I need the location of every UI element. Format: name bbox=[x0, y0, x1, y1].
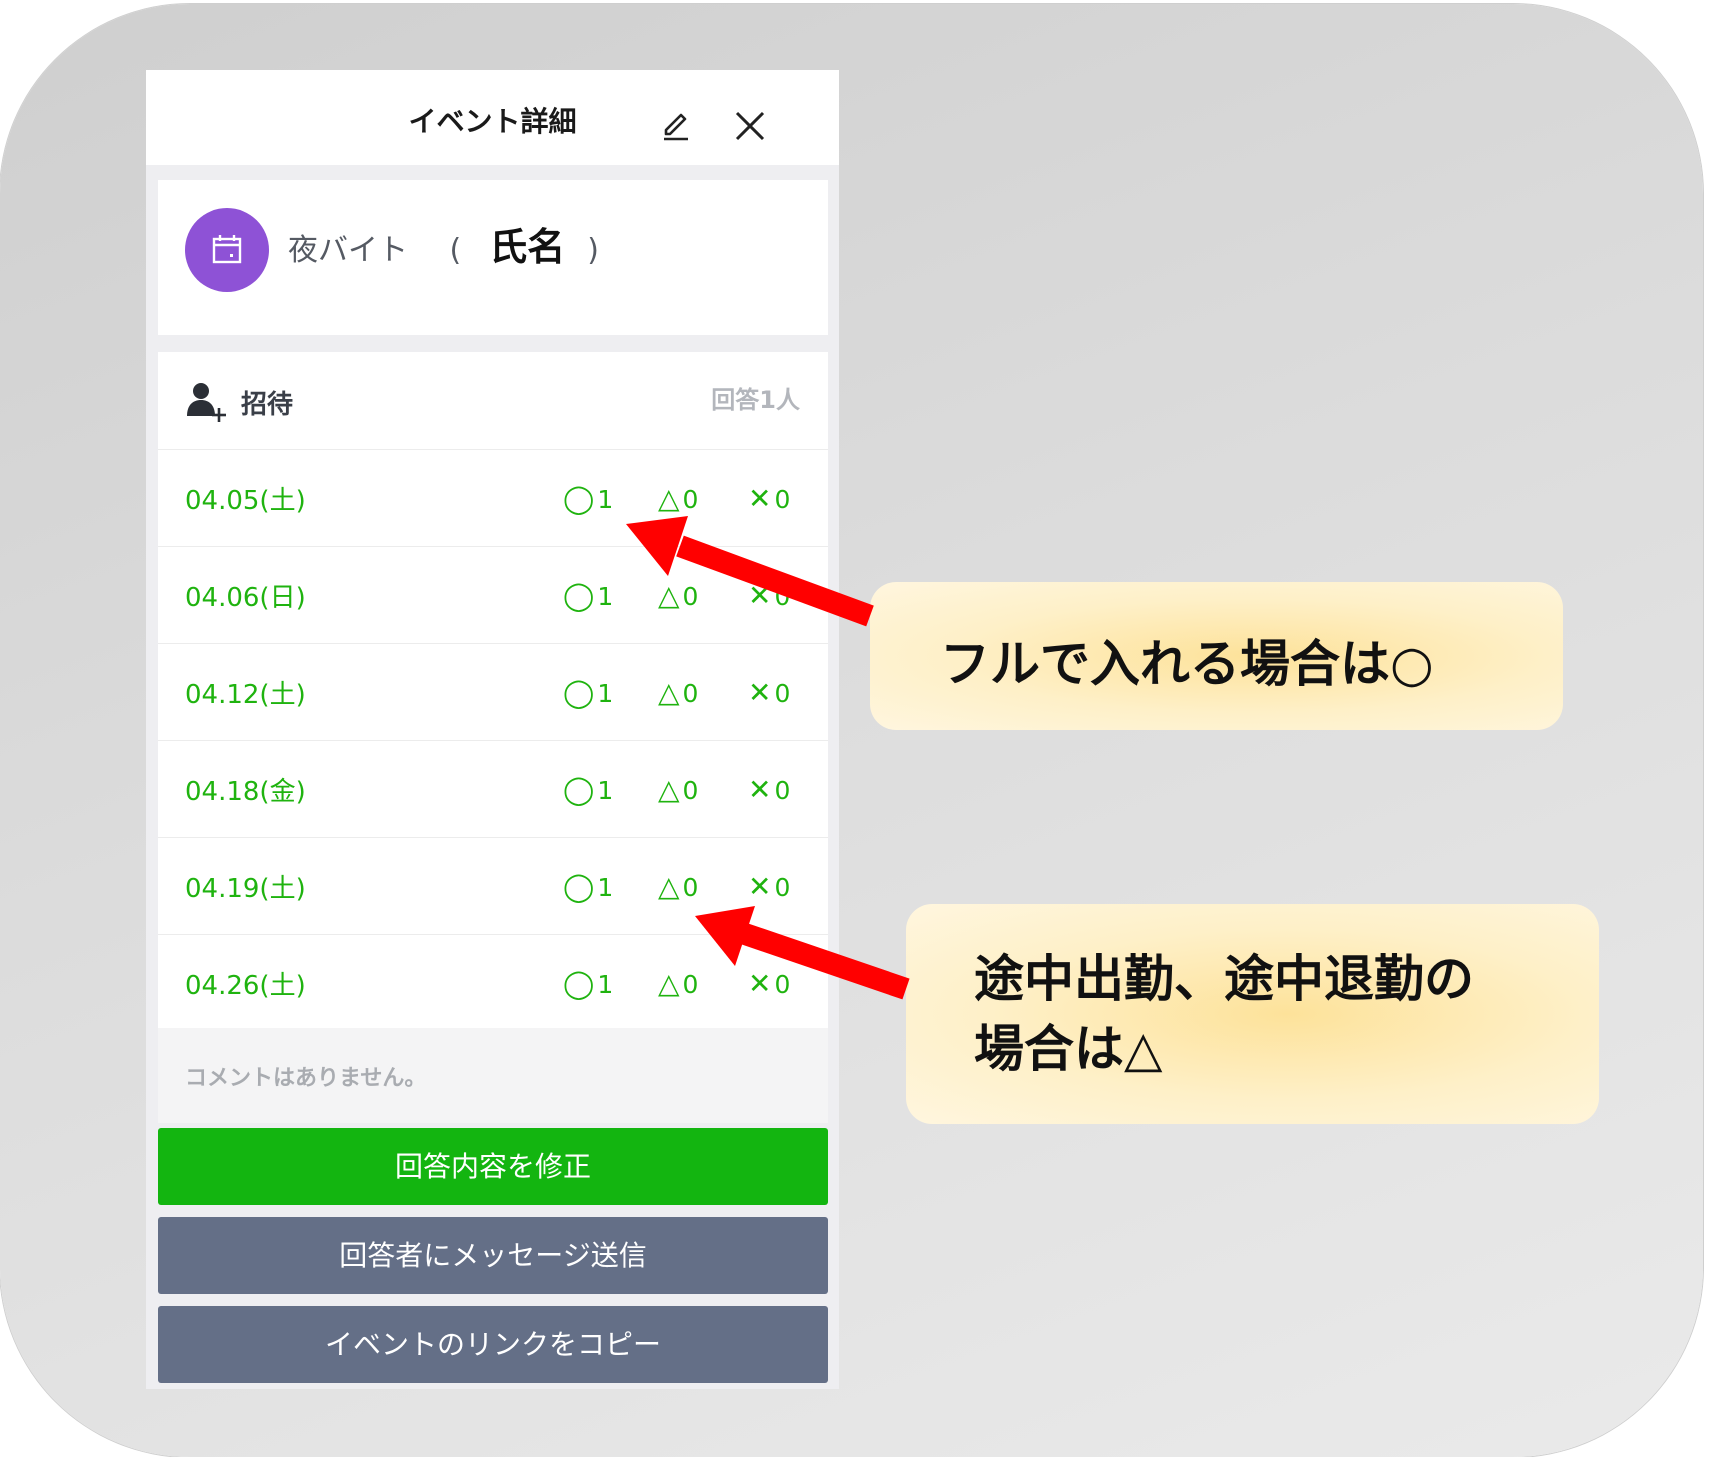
callout-partial-line-1: 途中出勤、途中退勤の bbox=[974, 950, 1474, 1008]
date-label: 04.26(土) bbox=[185, 971, 306, 1001]
date-row[interactable]: 04.06(日) ◯ 1 △ 0 ✕ 0 bbox=[158, 547, 828, 644]
screenshot-frame: イベント詳細 夜バイト (氏名) 招待 回答1人 04.05(土) ◯ 1 … bbox=[0, 4, 1703, 1457]
partial-count: △ 0 bbox=[658, 676, 699, 709]
date-row[interactable]: 04.05(土) ◯ 1 △ 0 ✕ 0 bbox=[158, 450, 828, 547]
close-paren: ) bbox=[587, 233, 599, 268]
reply-count: 回答1人 bbox=[711, 386, 800, 414]
partial-count: △ 0 bbox=[658, 773, 699, 806]
edit-answer-button[interactable]: 回答内容を修正 bbox=[158, 1128, 828, 1205]
message-responders-button[interactable]: 回答者にメッセージ送信 bbox=[158, 1217, 828, 1294]
event-detail-screen: イベント詳細 夜バイト (氏名) 招待 回答1人 04.05(土) ◯ 1 … bbox=[146, 70, 839, 1389]
callout-full-text: フルで入れる場合は○ bbox=[940, 635, 1434, 693]
date-row[interactable]: 04.18(金) ◯ 1 △ 0 ✕ 0 bbox=[158, 741, 828, 838]
header-bar: イベント詳細 bbox=[146, 70, 839, 165]
pencil-icon[interactable] bbox=[658, 108, 694, 144]
date-label: 04.12(土) bbox=[185, 680, 306, 710]
date-list: 04.05(土) ◯ 1 △ 0 ✕ 0 04.06(日) ◯ 1 △ 0 ✕ 0 04.1… bbox=[158, 450, 828, 1031]
available-count: ◯ 1 bbox=[563, 676, 614, 709]
date-label: 04.06(日) bbox=[185, 583, 306, 613]
unavailable-count: ✕ 0 bbox=[748, 676, 791, 709]
callout-partial-text: 途中出勤、途中退勤の 場合は△ bbox=[974, 944, 1574, 1084]
available-count: ◯ 1 bbox=[563, 773, 614, 806]
close-icon[interactable] bbox=[732, 108, 768, 144]
copy-link-button[interactable]: イベントのリンクをコピー bbox=[158, 1306, 828, 1383]
unavailable-count: ✕ 0 bbox=[748, 773, 791, 806]
invite-label: 招待 bbox=[241, 390, 294, 420]
add-person-icon bbox=[185, 380, 229, 424]
partial-count: △ 0 bbox=[658, 482, 699, 515]
invite-card: 招待 回答1人 04.05(土) ◯ 1 △ 0 ✕ 0 04.06(日) ◯ 1 △ 0… bbox=[158, 352, 828, 1123]
date-row[interactable]: 04.26(土) ◯ 1 △ 0 ✕ 0 bbox=[158, 935, 828, 1031]
comment-text: コメントはありません。 bbox=[185, 1066, 427, 1091]
participant-name: 氏名 bbox=[489, 225, 566, 269]
unavailable-count: ✕ 0 bbox=[748, 870, 791, 903]
calendar-icon bbox=[185, 208, 269, 292]
partial-count: △ 0 bbox=[658, 870, 699, 903]
comment-area: コメントはありません。 bbox=[158, 1028, 828, 1123]
partial-count: △ 0 bbox=[658, 967, 699, 1000]
available-count: ◯ 1 bbox=[563, 482, 614, 515]
available-count: ◯ 1 bbox=[563, 579, 614, 612]
date-label: 04.19(土) bbox=[185, 874, 306, 904]
event-name: 夜バイト ( 氏名) bbox=[288, 216, 599, 271]
available-count: ◯ 1 bbox=[563, 870, 614, 903]
callout-full-shift: フルで入れる場合は○ bbox=[870, 582, 1563, 730]
event-title-card: 夜バイト ( 氏名) bbox=[158, 180, 828, 335]
event-prefix: 夜バイト bbox=[288, 233, 408, 268]
available-count: ◯ 1 bbox=[563, 967, 614, 1000]
unavailable-count: ✕ 0 bbox=[748, 482, 791, 515]
date-label: 04.18(金) bbox=[185, 777, 306, 807]
callout-partial-line-2: 場合は△ bbox=[974, 1020, 1163, 1078]
callout-partial-shift: 途中出勤、途中退勤の 場合は△ bbox=[906, 904, 1599, 1124]
invite-header: 招待 回答1人 bbox=[158, 352, 828, 450]
date-row[interactable]: 04.19(土) ◯ 1 △ 0 ✕ 0 bbox=[158, 838, 828, 935]
open-paren: ( bbox=[449, 233, 462, 268]
unavailable-count: ✕ 0 bbox=[748, 967, 791, 1000]
date-row[interactable]: 04.12(土) ◯ 1 △ 0 ✕ 0 bbox=[158, 644, 828, 741]
date-label: 04.05(土) bbox=[185, 486, 306, 516]
unavailable-count: ✕ 0 bbox=[748, 579, 791, 612]
partial-count: △ 0 bbox=[658, 579, 699, 612]
